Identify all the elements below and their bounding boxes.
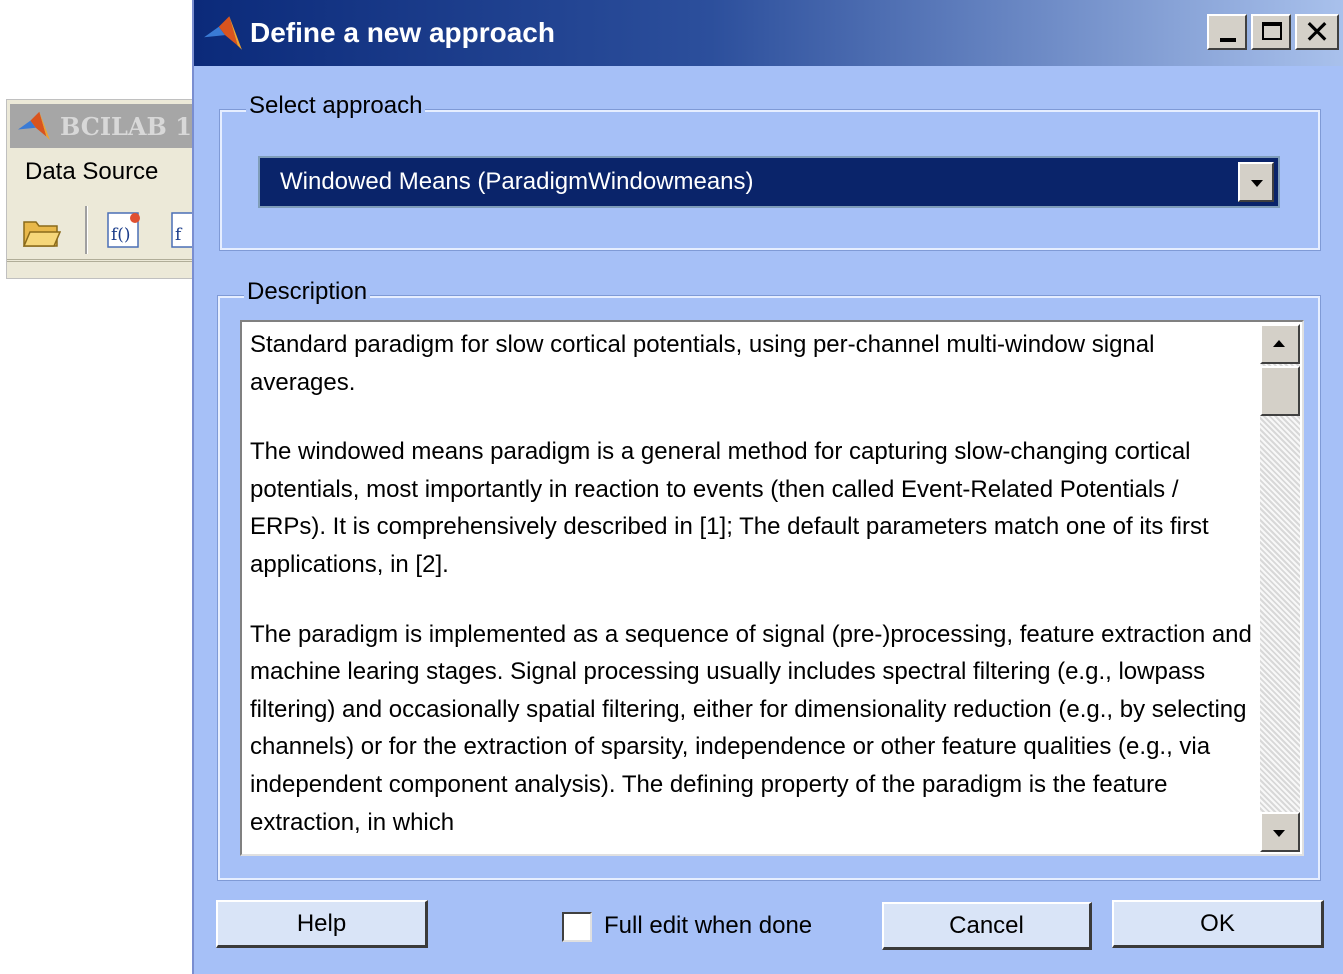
scroll-down-icon	[1273, 830, 1285, 837]
maximize-button[interactable]	[1251, 14, 1291, 50]
full-edit-checkbox-label[interactable]: Full edit when done	[604, 912, 812, 940]
close-icon: ✕	[1303, 13, 1331, 51]
bcilab-main-window: BCILAB 1 Data Source f() f	[6, 99, 196, 279]
bcilab-toolbar: f() f	[7, 200, 195, 262]
matlab-logo-icon	[204, 16, 242, 50]
open-folder-icon[interactable]	[21, 210, 61, 250]
bcilab-title-text: BCILAB 1	[60, 111, 192, 141]
description-label: Description	[244, 278, 371, 306]
minimize-button[interactable]	[1207, 14, 1247, 50]
dialog-title: Define a new approach	[250, 17, 555, 48]
close-button[interactable]: ✕	[1295, 13, 1339, 51]
function-file-icon-2[interactable]: f	[169, 210, 193, 250]
matlab-logo-icon	[18, 111, 50, 141]
approach-select-value: Windowed Means (ParadigmWindowmeans)	[280, 168, 754, 195]
function-file-icon[interactable]: f()	[105, 210, 143, 250]
approach-select[interactable]: Windowed Means (ParadigmWindowmeans)	[258, 156, 1280, 208]
description-text: Standard paradigm for slow cortical pote…	[250, 326, 1260, 854]
help-button[interactable]: Help	[216, 900, 428, 948]
toolbar-icon-1-label: f()	[111, 225, 131, 245]
description-paragraph: Standard paradigm for slow cortical pote…	[250, 331, 1155, 396]
maximize-icon	[1262, 22, 1282, 40]
select-approach-label: Select approach	[246, 92, 426, 120]
description-paragraph: The windowed means paradigm is a general…	[250, 438, 1209, 578]
approach-select-arrow[interactable]	[1238, 162, 1274, 202]
ok-button[interactable]: OK	[1112, 900, 1324, 948]
description-paragraph: The paradigm is implemented as a sequenc…	[250, 620, 1252, 836]
toolbar-separator	[85, 206, 88, 254]
bcilab-titlebar: BCILAB 1	[10, 104, 192, 148]
description-textarea[interactable]: Standard paradigm for slow cortical pote…	[240, 320, 1304, 856]
menu-data-source[interactable]: Data Source	[25, 158, 158, 186]
minimize-icon	[1220, 38, 1236, 42]
cancel-button[interactable]: Cancel	[882, 902, 1092, 950]
scroll-down-button[interactable]	[1260, 812, 1300, 852]
define-approach-dialog: Define a new approach ✕ Select approach …	[192, 0, 1343, 974]
dialog-titlebar[interactable]: Define a new approach ✕	[194, 0, 1343, 66]
scroll-up-icon	[1273, 340, 1285, 347]
chevron-down-icon	[1251, 180, 1263, 187]
scroll-up-button[interactable]	[1260, 324, 1300, 364]
description-scrollbar[interactable]	[1260, 324, 1300, 852]
scroll-thumb[interactable]	[1260, 366, 1300, 416]
full-edit-checkbox[interactable]	[562, 912, 592, 942]
